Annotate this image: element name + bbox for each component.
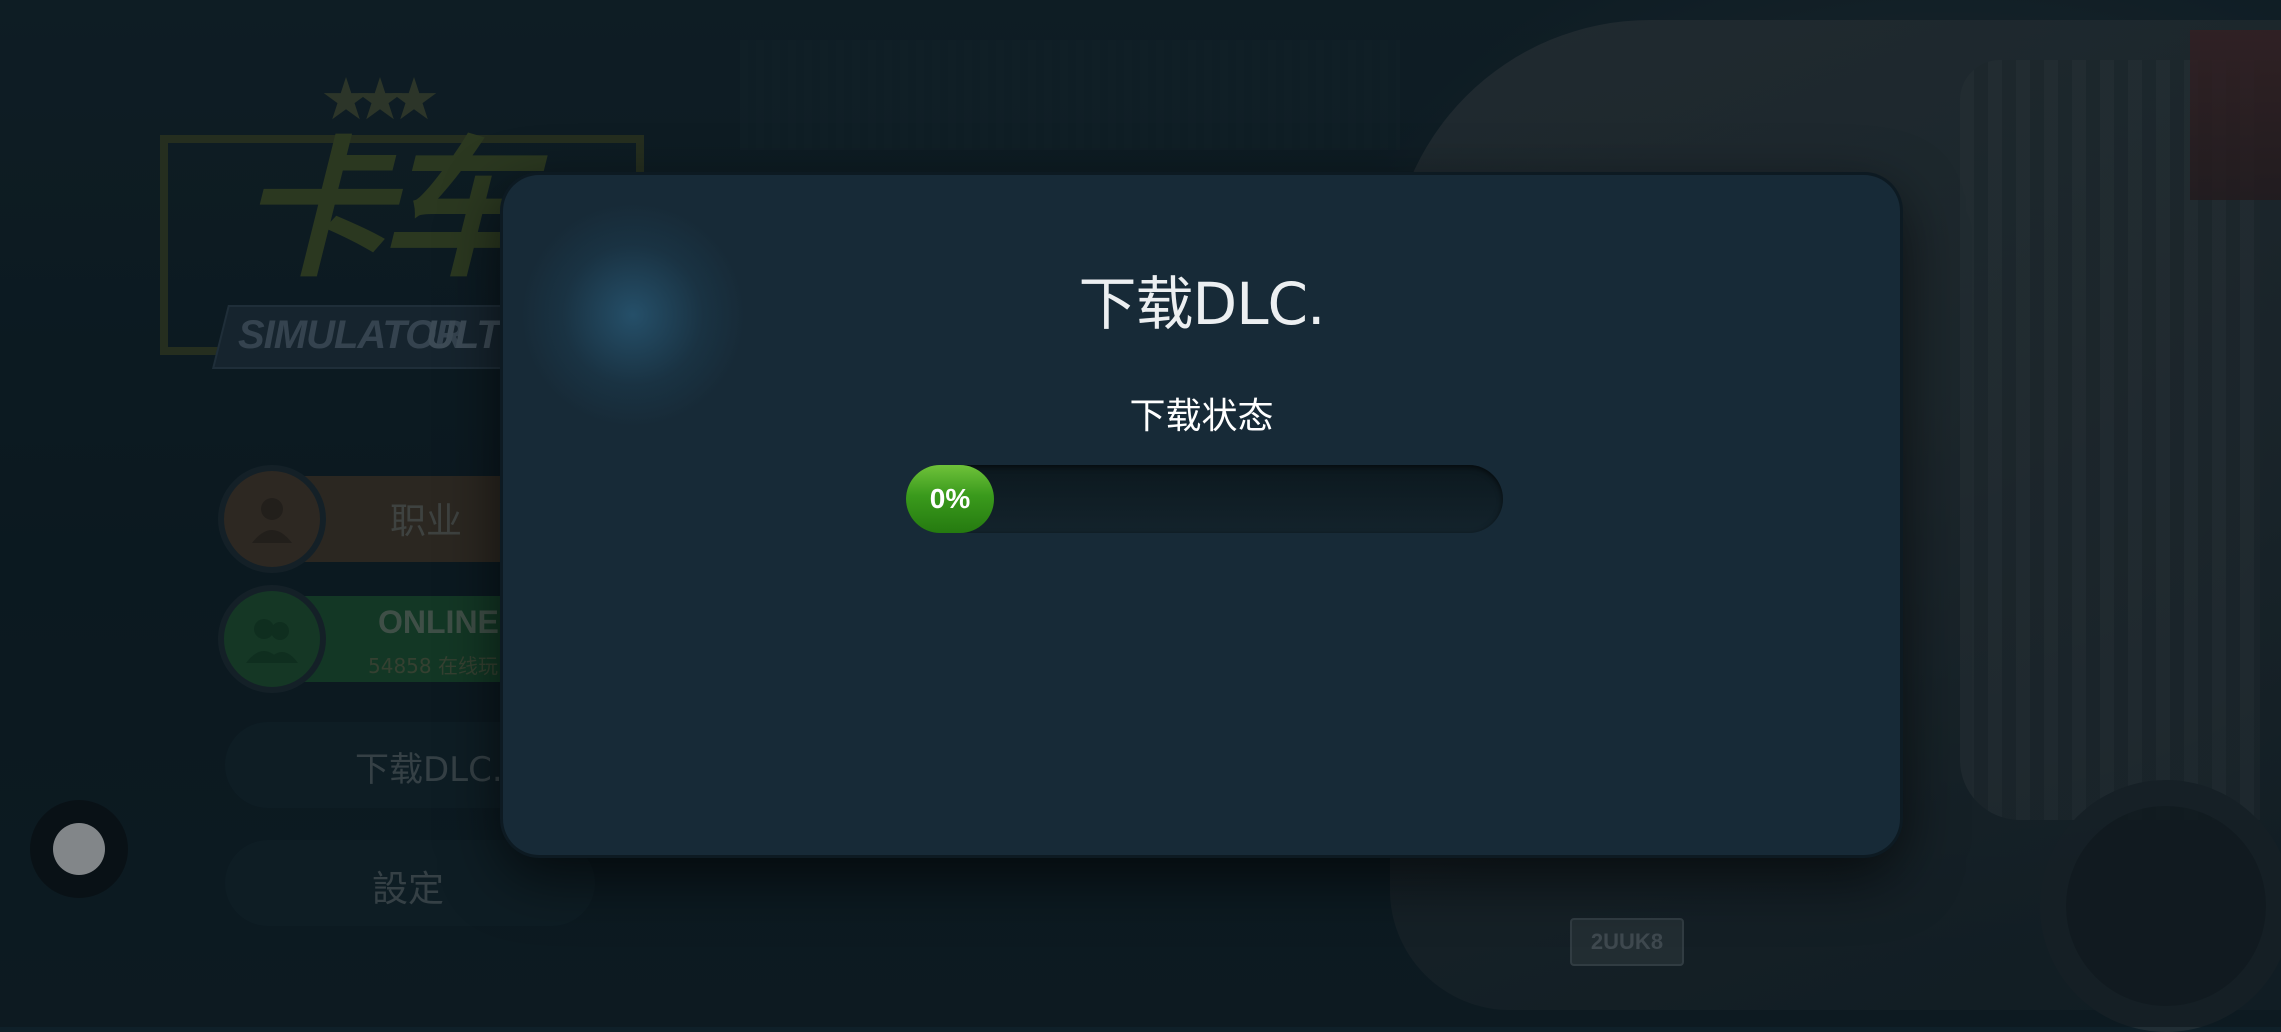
download-progress-bar: 0%: [906, 465, 1503, 533]
download-status-label: 下载状态: [1129, 396, 1274, 437]
download-dlc-dialog: 下载DLC. 下载状态 0%: [503, 175, 1900, 855]
download-progress-text: 0%: [929, 483, 971, 514]
dialog-title: 下载DLC.: [1078, 270, 1326, 338]
download-progress-fill: 0%: [906, 465, 994, 533]
